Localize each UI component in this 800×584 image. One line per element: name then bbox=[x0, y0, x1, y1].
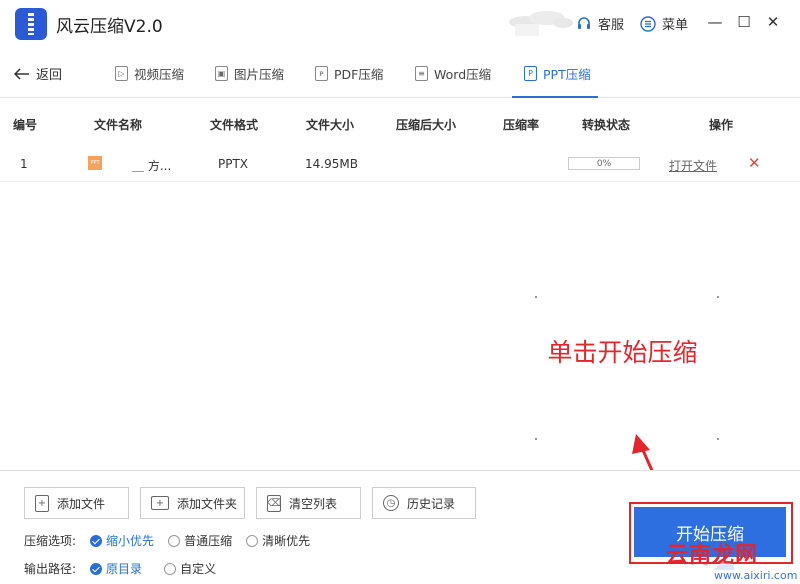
option-label: 普通压缩 bbox=[184, 534, 233, 548]
option-shrink-first[interactable]: 缩小优先 bbox=[90, 532, 154, 549]
column-header-name: 文件名称 bbox=[94, 118, 143, 132]
history-button[interactable]: ◷ 历史记录 bbox=[372, 487, 476, 519]
add-folder-button[interactable]: + 添加文件夹 bbox=[140, 487, 245, 519]
progress-text: 0% bbox=[596, 158, 612, 169]
file-size: 14.95MB bbox=[305, 157, 358, 171]
back-arrow-icon bbox=[14, 67, 29, 80]
column-header-actions: 操作 bbox=[709, 118, 734, 132]
table-header: 编号 文件名称 文件格式 文件大小 压缩后大小 压缩率 转换状态 操作 bbox=[0, 108, 800, 136]
tab-label: Word压缩 bbox=[434, 67, 492, 82]
delete-row-icon[interactable]: ✕ bbox=[748, 154, 761, 172]
output-path-label: 输出路径: bbox=[24, 562, 77, 576]
tab-pdf[interactable]: ᴘ PDF压缩 bbox=[315, 64, 383, 83]
add-file-icon: + bbox=[35, 494, 49, 512]
word-file-icon: ≡ bbox=[415, 66, 428, 81]
minimize-icon: — bbox=[707, 13, 723, 31]
menu-label: 菜单 bbox=[662, 18, 689, 33]
file-format: PPTX bbox=[218, 157, 249, 171]
selection-corner-dot bbox=[717, 296, 719, 298]
history-label: 历史记录 bbox=[407, 496, 456, 511]
add-folder-label: 添加文件夹 bbox=[177, 496, 238, 511]
maximize-button[interactable]: ☐ bbox=[734, 12, 754, 32]
app-logo-icon bbox=[15, 8, 47, 40]
clear-list-label: 清空列表 bbox=[289, 496, 338, 511]
tab-video[interactable]: ▷ 视频压缩 bbox=[115, 64, 184, 83]
tab-image[interactable]: ▣ 图片压缩 bbox=[215, 64, 284, 83]
compress-options-label: 压缩选项: bbox=[24, 534, 77, 548]
option-label: 缩小优先 bbox=[106, 534, 155, 548]
file-name: ＿ 方... bbox=[132, 159, 172, 173]
option-original-dir[interactable]: 原目录 bbox=[90, 560, 142, 577]
radio-unchecked-icon bbox=[164, 562, 177, 575]
close-button[interactable]: ✕ bbox=[763, 12, 783, 32]
tab-word[interactable]: ≡ Word压缩 bbox=[415, 64, 491, 83]
clock-icon: ◷ bbox=[383, 495, 399, 511]
watermark-text: 云南龙网 bbox=[666, 543, 759, 568]
option-normal[interactable]: 普通压缩 bbox=[168, 532, 232, 549]
nav-bar: 返回 ▷ 视频压缩 ▣ 图片压缩 ᴘ PDF压缩 ≡ Word压缩 P PPT压… bbox=[0, 46, 800, 98]
ppt-file-icon: PPT bbox=[88, 156, 102, 170]
minimize-button[interactable]: — bbox=[705, 12, 725, 32]
clear-list-button[interactable]: ⌫ 清空列表 bbox=[256, 487, 361, 519]
close-icon: ✕ bbox=[766, 13, 780, 31]
open-file-link[interactable]: 打开文件 bbox=[669, 157, 717, 174]
radio-checked-icon bbox=[90, 534, 103, 547]
customer-service-button[interactable]: 客服 bbox=[576, 14, 624, 33]
option-custom-dir[interactable]: 自定义 bbox=[164, 560, 216, 577]
tab-label: PDF压缩 bbox=[334, 67, 384, 82]
image-file-icon: ▣ bbox=[215, 66, 228, 81]
conversion-progress-bar: 0% bbox=[568, 157, 640, 170]
output-path-row: 输出路径: 原目录 自定义 bbox=[24, 560, 216, 577]
tab-label: PPT压缩 bbox=[543, 67, 591, 82]
selection-corner-dot bbox=[717, 438, 719, 440]
tab-ppt[interactable]: P PPT压缩 bbox=[524, 64, 591, 83]
ppt-file-icon: P bbox=[524, 66, 537, 81]
menu-icon bbox=[640, 15, 656, 32]
title-bar: 风云压缩V2.0 客服 菜单 — ☐ ✕ bbox=[0, 0, 800, 46]
back-label: 返回 bbox=[36, 68, 63, 83]
app-window: 风云压缩V2.0 客服 菜单 — ☐ ✕ 返回 ▷ 视频压缩 ▣ 图片压缩 ᴘ … bbox=[0, 0, 800, 584]
option-clarity-first[interactable]: 清晰优先 bbox=[246, 532, 310, 549]
column-header-index: 编号 bbox=[13, 118, 38, 132]
row-index: 1 bbox=[20, 157, 28, 171]
column-header-format: 文件格式 bbox=[210, 118, 259, 132]
table-row[interactable]: 1 PPT ＿ 方... PPTX 14.95MB 0% 打开文件 ✕ bbox=[0, 146, 800, 182]
selection-corner-dot bbox=[535, 438, 537, 440]
video-file-icon: ▷ bbox=[115, 66, 128, 81]
selection-corner-dot bbox=[535, 296, 537, 298]
maximize-icon: ☐ bbox=[737, 13, 751, 31]
tab-label: 图片压缩 bbox=[234, 67, 285, 82]
column-header-compressed-size: 压缩后大小 bbox=[396, 118, 457, 132]
cloud-decoration-icon bbox=[509, 11, 573, 36]
watermark-url: www.aixiri.com bbox=[714, 569, 798, 582]
app-title: 风云压缩V2.0 bbox=[56, 17, 163, 37]
menu-button[interactable]: 菜单 bbox=[640, 14, 688, 33]
headset-icon bbox=[578, 16, 590, 29]
add-file-label: 添加文件 bbox=[57, 496, 106, 511]
option-label: 清晰优先 bbox=[262, 534, 311, 548]
annotation-text: 单击开始压缩 bbox=[547, 338, 698, 367]
active-tab-indicator bbox=[512, 96, 598, 98]
compress-options-row: 压缩选项: 缩小优先 普通压缩 清晰优先 bbox=[24, 532, 310, 549]
column-header-status: 转换状态 bbox=[582, 118, 631, 132]
customer-service-label: 客服 bbox=[598, 18, 625, 33]
pdf-file-icon: ᴘ bbox=[315, 66, 328, 81]
trash-icon: ⌫ bbox=[267, 494, 281, 512]
back-button[interactable]: 返回 bbox=[14, 64, 62, 83]
option-label: 自定义 bbox=[180, 562, 217, 576]
add-folder-icon: + bbox=[151, 496, 169, 510]
radio-unchecked-icon bbox=[168, 534, 181, 547]
column-header-ratio: 压缩率 bbox=[503, 118, 540, 132]
add-file-button[interactable]: + 添加文件 bbox=[24, 487, 129, 519]
option-label: 原目录 bbox=[106, 562, 143, 576]
tab-label: 视频压缩 bbox=[134, 67, 185, 82]
radio-unchecked-icon bbox=[246, 534, 259, 547]
radio-checked-icon bbox=[90, 562, 103, 575]
column-header-size: 文件大小 bbox=[306, 118, 355, 132]
